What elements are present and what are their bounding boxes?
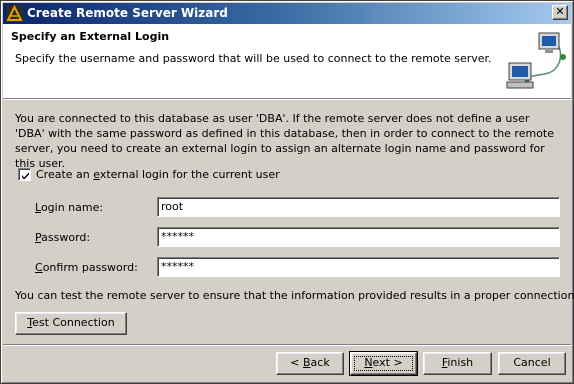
cancel-button[interactable]: Cancel [498,352,566,375]
login-name-input[interactable]: root [157,197,560,217]
password-label: Password: [35,231,91,244]
focus-rect [354,356,413,371]
footer-divider [3,344,571,346]
login-name-label: Login name: [35,201,104,214]
wizard-header: Specify an External Login Specify the us… [3,24,571,98]
wizard-window: Create Remote Server Wizard ✕ Specify an… [0,0,574,384]
finish-button[interactable]: Finish [423,352,492,375]
checkmark-icon [22,172,29,180]
test-connection-note: You can test the remote server to ensure… [15,289,574,302]
window-title: Create Remote Server Wizard [27,6,228,20]
close-button[interactable]: ✕ [552,5,568,20]
network-computers-icon [503,27,567,95]
next-button[interactable]: Next > [349,351,418,376]
back-button[interactable]: < Back [276,352,344,375]
external-login-checkbox-label[interactable]: Create an external login for the current… [36,168,280,181]
password-input[interactable]: ****** [157,227,560,247]
page-title: Specify an External Login [11,30,170,43]
close-icon: ✕ [555,5,565,18]
title-bar[interactable]: Create Remote Server Wizard ✕ [3,3,571,24]
header-divider [3,98,571,100]
confirm-password-label: Confirm password: [35,261,138,274]
page-description: Specify the username and password that w… [15,52,492,65]
sybase-app-icon [6,4,23,22]
intro-text: You are connected to this database as us… [15,112,555,170]
test-connection-button[interactable]: Test Connection [15,312,127,335]
confirm-password-input[interactable]: ****** [157,257,560,277]
external-login-checkbox[interactable] [18,168,31,181]
